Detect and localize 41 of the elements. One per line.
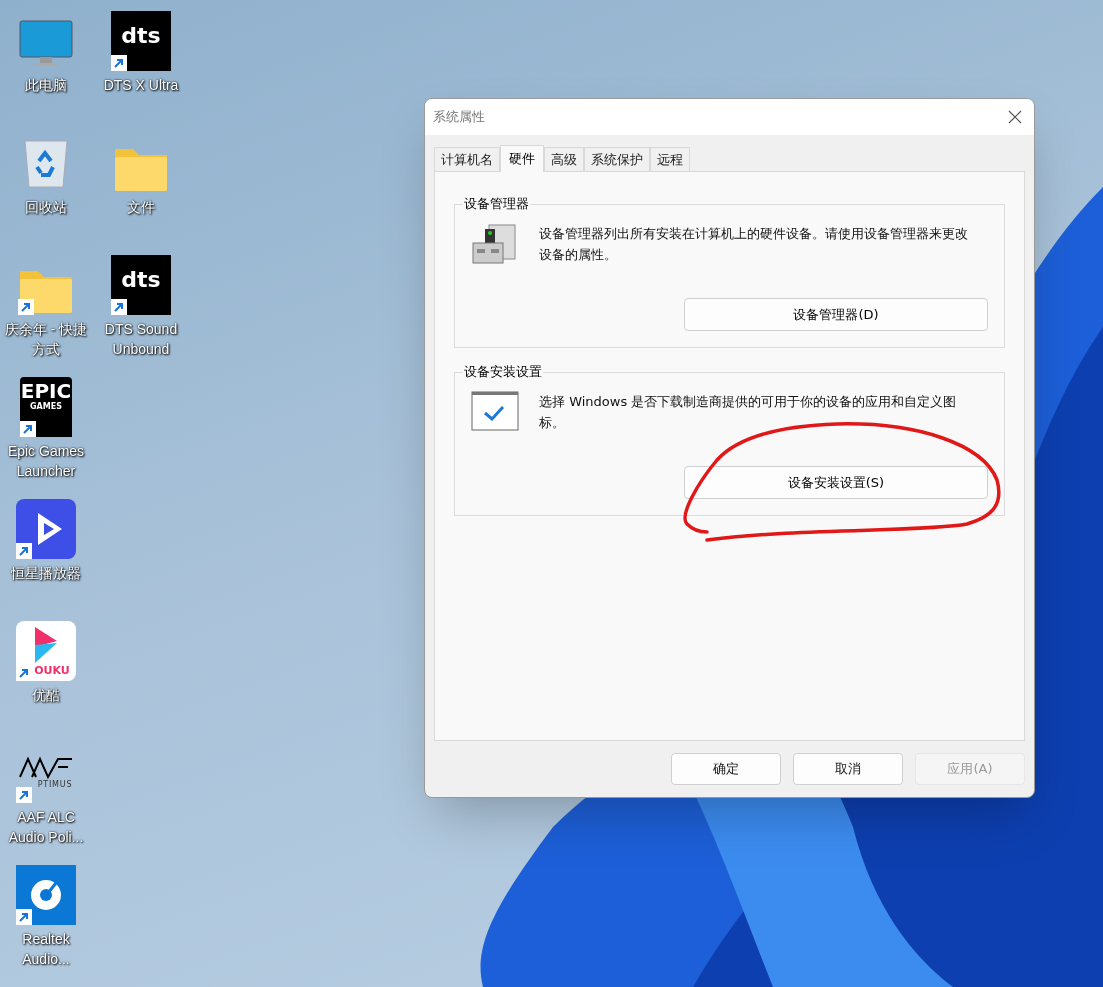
group-title: 设备管理器 [463,195,530,213]
group-button[interactable]: 设备管理器(D) [684,298,988,331]
desktop-icon-label: 此电脑 [25,76,67,95]
desktop-icon-label: DTS Sound Unbound [103,320,179,359]
desktop-icon[interactable]: dts DTS X Ultra [95,7,187,129]
epic-logo-icon: EPIC GAMES [20,377,72,437]
window-title: 系统属性 [433,108,485,127]
audio-dial-icon [16,865,76,925]
group-title: 设备安装设置 [463,363,543,381]
tab[interactable]: 硬件 [500,145,544,172]
aaf-logo-icon: PTIMUS [16,743,76,803]
dts-logo-icon: dts [111,11,171,71]
tab[interactable]: 高级 [544,147,584,171]
group-button[interactable]: 设备安装设置(S) [684,466,988,499]
tab[interactable]: 远程 [650,147,690,171]
desktop-icon-label: Epic Games Launcher [6,442,86,481]
group-description: 选择 Windows 是否下载制造商提供的可用于你的设备的应用和自定义图标。 [539,393,958,432]
desktop-icon-label: 恒星播放器 [11,564,81,583]
desktop-icon-label: AAF ALC Audio Poli... [7,808,85,847]
youku-app-icon: OUKU [16,621,76,681]
play-app-icon [16,499,76,559]
dialog-button[interactable]: 确定 [671,753,781,785]
desktop-icon-label: Realtek Audio... [21,930,71,969]
desktop-icon-label: 庆余年 - 快捷方式 [3,320,89,359]
close-icon[interactable] [1008,110,1022,124]
desktop-icon[interactable]: EPIC GAMES Epic Games Launcher [0,373,92,495]
tab[interactable]: 系统保护 [584,147,650,171]
group-description: 设备管理器列出所有安装在计算机上的硬件设备。请使用设备管理器来更改设备的属性。 [539,225,969,264]
checked-window-icon [471,391,519,431]
desktop-icon[interactable]: PTIMUS AAF ALC Audio Poli... [0,739,92,861]
desktop-icon[interactable]: OUKU 优酷 [0,617,92,739]
device-drawer-icon [471,223,519,267]
desktop-icon-label: DTS X Ultra [103,76,179,95]
desktop-icon[interactable]: dts DTS Sound Unbound [95,251,187,373]
dts-logo-icon: dts [111,255,171,315]
desktop-icon-label: 回收站 [25,198,67,217]
desktop-icon-label: 优酷 [32,686,60,705]
dialog-button[interactable]: 取消 [793,753,903,785]
tab[interactable]: 计算机名 [434,147,500,171]
desktop-icon-label: 文件 [127,198,155,217]
aaf-mark-icon [18,755,74,779]
